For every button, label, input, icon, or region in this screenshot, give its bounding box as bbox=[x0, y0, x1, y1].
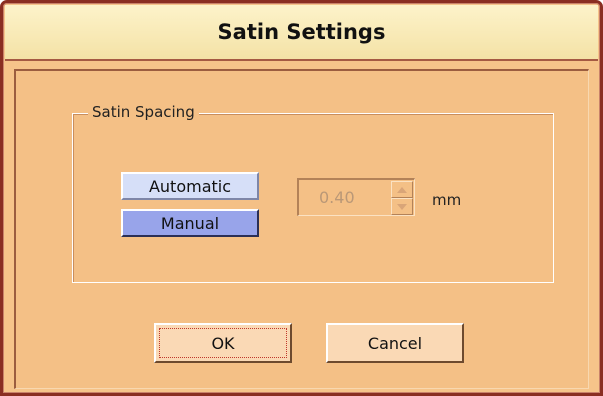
cancel-button[interactable]: Cancel bbox=[326, 323, 464, 363]
manual-button[interactable]: Manual bbox=[121, 209, 259, 237]
spacing-spinbox[interactable]: 0.40 bbox=[297, 178, 415, 216]
spacing-value[interactable]: 0.40 bbox=[319, 188, 355, 207]
unit-label: mm bbox=[432, 191, 462, 209]
title-bar: Satin Settings bbox=[5, 5, 598, 61]
automatic-button[interactable]: Automatic bbox=[121, 172, 259, 200]
ok-button[interactable]: OK bbox=[154, 323, 292, 363]
satin-settings-dialog: Satin Settings Satin Spacing Automatic M… bbox=[0, 0, 603, 396]
arrow-down-icon[interactable] bbox=[391, 198, 413, 215]
arrow-up-icon[interactable] bbox=[391, 181, 413, 198]
group-label: Satin Spacing bbox=[88, 103, 199, 121]
focus-outline bbox=[159, 328, 287, 358]
dialog-title: Satin Settings bbox=[217, 20, 386, 44]
dialog-body: Satin Spacing Automatic Manual 0.40 mm O… bbox=[14, 69, 589, 389]
